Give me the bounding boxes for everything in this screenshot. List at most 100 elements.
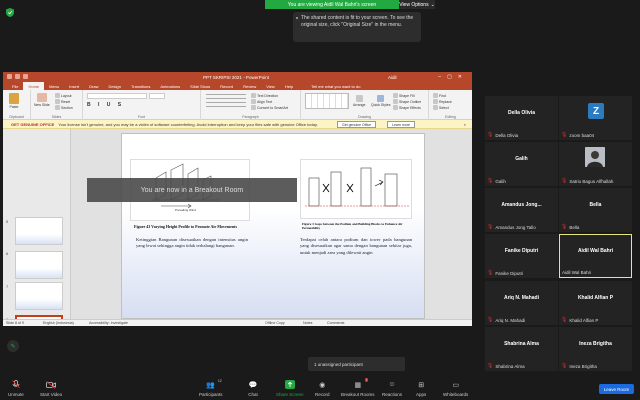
breakout-rooms-button[interactable]: ▦! Breakout Rooms <box>341 378 375 397</box>
whiteboards-button[interactable]: ▭ Whiteboards <box>443 380 468 398</box>
participant-display-name: Ariq N. Mahadi <box>503 295 539 301</box>
participant-name: zoom baa04 <box>569 132 595 138</box>
participant-tile[interactable]: Z 🎙︎ zoom baa04 <box>559 96 632 140</box>
participant-display-name: Aidil Wal Bahri <box>577 248 614 254</box>
arrange-button[interactable]: Arrange <box>353 95 365 107</box>
ribbon-tab-design[interactable]: Design <box>104 82 126 90</box>
ribbon-tab-draw[interactable]: Draw <box>84 82 103 90</box>
slide-thumbnail-7[interactable] <box>15 282 63 310</box>
tell-me-search[interactable]: Tell me what you want to do <box>306 82 365 90</box>
section-button[interactable]: Section <box>55 105 73 110</box>
quick-styles-button[interactable]: Quick Styles <box>371 95 390 107</box>
ribbon-tab-review[interactable]: Review <box>238 82 261 90</box>
participant-tile[interactable]: Bella 🎙︎ Bella <box>559 188 632 232</box>
layout-button[interactable]: Layout <box>55 93 72 98</box>
start-video-button[interactable]: Start Video <box>40 380 62 397</box>
participant-tile[interactable]: Shabrina Alma 🎙︎ Shabrina Alma <box>485 327 558 371</box>
participant-tile[interactable]: Ariq N. Mahadi 🎙︎ Ariq N. Mahadi <box>485 281 558 325</box>
ribbon-tab-record[interactable]: Record <box>215 82 238 90</box>
view-options-button[interactable]: View Options ⌄ <box>399 0 435 9</box>
paragraph-align-icons[interactable] <box>206 94 246 108</box>
reactions-button[interactable]: ☺ Reactions <box>382 380 402 397</box>
view-options-label: View Options <box>399 1 429 8</box>
select-button[interactable]: Select <box>433 105 449 110</box>
ribbon-tab-home[interactable]: Home <box>23 82 45 90</box>
ribbon-tab-view[interactable]: View <box>261 82 280 90</box>
slide-thumbnails-pane[interactable]: 5 6 7 8 9 <box>3 129 71 326</box>
reset-button[interactable]: Reset <box>55 99 70 104</box>
shapes-gallery[interactable] <box>305 93 349 109</box>
text-direction-icon <box>251 93 256 98</box>
screen-share-banner: You are viewing Aidil Wal Bahri's screen… <box>265 0 435 9</box>
genuine-office-bar: GET GENUINE OFFICE Your license isn't ge… <box>3 120 472 129</box>
mic-muted-icon: 🎙︎ <box>561 317 568 323</box>
participant-label: 🎙︎ Ineza Brigitha <box>561 363 597 369</box>
ribbon-tab-insert[interactable]: Insert <box>64 82 84 90</box>
close-icon[interactable]: × <box>464 122 466 127</box>
section-icon <box>55 105 60 110</box>
participant-tile[interactable]: Galih 🎙︎ Galih <box>485 142 558 186</box>
shape-fill-button[interactable]: Shape Fill <box>393 93 415 98</box>
undo-icon[interactable] <box>15 74 20 79</box>
thumb-number: 6 <box>6 251 9 256</box>
security-shield-icon[interactable] <box>6 4 14 17</box>
slide-thumbnail-6[interactable] <box>15 251 63 279</box>
redo-icon[interactable] <box>23 74 28 79</box>
annotate-pencil-icon[interactable]: ✎ <box>7 340 19 352</box>
find-button[interactable]: Find <box>433 93 446 98</box>
figure-left-caption: Figure 43 Varying Height Profile to Prom… <box>134 224 238 229</box>
ribbon-tab-menu[interactable]: Menu <box>44 82 64 90</box>
participant-tile[interactable]: 🎙︎ Satrio Bagus Alfhallah <box>559 142 632 186</box>
arrange-icon <box>355 95 363 102</box>
text-direction-button[interactable]: Text Direction <box>251 93 278 98</box>
drawing-group: Arrange Quick Styles Shape Fill Shape Ou… <box>301 90 429 120</box>
comments-button[interactable]: Comments <box>327 321 344 325</box>
ribbon-tab-transitions[interactable]: Transitions <box>126 82 155 90</box>
thumb-number: 5 <box>6 219 9 224</box>
mic-muted-icon: 🎙︎ <box>561 224 568 230</box>
participant-tile[interactable]: Della Olivia 🎙︎ Della Olivia <box>485 96 558 140</box>
paragraph-left: Ketinggian Bangunan disesuaikan dengan i… <box>136 237 248 249</box>
ribbon-tab-slide-show[interactable]: Slide Show <box>185 82 215 90</box>
mic-muted-icon: 🎙︎ <box>487 270 494 276</box>
ribbon-tab-animations[interactable]: Animations <box>155 82 185 90</box>
language-status[interactable]: English (Indonesia) <box>43 321 74 325</box>
participant-tile[interactable]: Khalid Alfian P 🎙︎ Khalid Alfian P <box>559 281 632 325</box>
shape-outline-button[interactable]: Shape Outline <box>393 99 421 104</box>
font-name-select[interactable] <box>87 93 147 99</box>
notes-button[interactable]: Notes <box>303 321 312 325</box>
font-size-select[interactable] <box>149 93 165 99</box>
learn-more-button[interactable]: Learn more <box>387 121 415 128</box>
align-text-icon <box>251 99 256 104</box>
quick-access-toolbar[interactable] <box>7 74 28 79</box>
window-controls-icon[interactable]: –▢✕ <box>438 74 468 80</box>
participant-tile[interactable]: Amandus Jong... 🎙︎ Amandus Jong Tallo <box>485 188 558 232</box>
slide-thumbnail-5[interactable] <box>15 217 63 245</box>
apps-button[interactable]: ⊞ Apps <box>416 380 426 398</box>
paste-icon <box>9 93 19 104</box>
participant-tile[interactable]: Fanike Diputri 🎙︎ Fanike Diputri <box>485 234 558 278</box>
share-screen-button[interactable]: Share Screen <box>276 380 304 397</box>
accessibility-status[interactable]: Accessibility: Investigate <box>89 321 128 325</box>
participants-button[interactable]: 👥 12 Participants <box>199 379 223 397</box>
font-format-buttons[interactable]: B I U S <box>87 102 124 108</box>
leave-room-button[interactable]: Leave Room <box>599 384 634 394</box>
get-genuine-button[interactable]: Get genuine Office <box>337 121 377 128</box>
shape-effects-button[interactable]: Shape Effects <box>393 105 421 110</box>
convert-smartart-button[interactable]: Convert to SmartArt <box>251 105 288 110</box>
participant-tile[interactable]: Ineza Brigitha 🎙︎ Ineza Brigitha <box>559 327 632 371</box>
participant-tile[interactable]: Aidil Wal Bahri Aidil Wal Bahri <box>559 234 632 278</box>
new-slide-button[interactable]: New Slide <box>34 93 50 107</box>
chat-button[interactable]: 💬 Chat <box>248 380 258 398</box>
align-text-button[interactable]: Align Text <box>251 99 272 104</box>
save-icon[interactable] <box>7 74 12 79</box>
building-diagram-right <box>305 167 409 207</box>
paste-button[interactable]: Paste <box>9 93 19 109</box>
ribbon-tab-help[interactable]: Help <box>280 82 298 90</box>
replace-button[interactable]: Replace <box>433 99 452 104</box>
unmute-button[interactable]: Unmute <box>8 380 24 397</box>
current-slide[interactable]: Prevailing Wind Figure 43 Varying Height… <box>121 133 425 319</box>
microphone-muted-icon <box>11 380 21 389</box>
record-button[interactable]: ◉ Record <box>315 380 330 398</box>
ribbon-tab-file[interactable]: File <box>7 82 23 90</box>
